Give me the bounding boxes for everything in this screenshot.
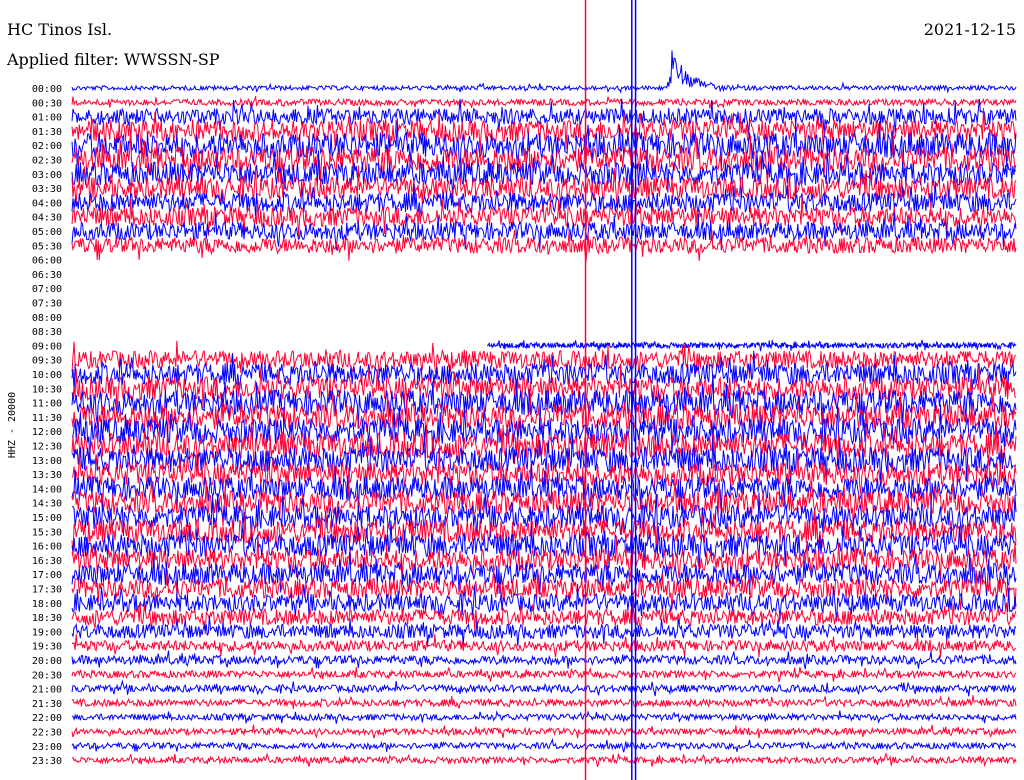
trace-row-2300	[71, 737, 1017, 753]
row-time-label: 23:00	[32, 742, 62, 753]
row-time-label: 14:30	[32, 499, 62, 510]
row-time-label: 03:30	[32, 184, 62, 195]
trace-row-2130	[71, 695, 1017, 710]
row-time-label: 18:30	[32, 613, 62, 624]
trace-row-2330	[71, 751, 1017, 768]
row-time-label: 10:00	[32, 370, 62, 381]
row-time-label: 21:30	[32, 699, 62, 710]
row-time-label: 20:00	[32, 656, 62, 667]
row-time-label: 12:00	[32, 427, 62, 438]
y-axis-label: HHZ - 20000	[7, 392, 18, 458]
row-time-label: 19:30	[32, 642, 62, 653]
row-time-label: 16:00	[32, 542, 62, 553]
row-time-label: 00:00	[32, 84, 62, 95]
row-time-label: 15:00	[32, 513, 62, 524]
helicorder-plot: 00:00 00:30 01:00 01:30 02:00 02:30 03:00 03:30…	[7, 0, 1017, 780]
row-time-label: 02:00	[32, 141, 62, 152]
row-time-label: 14:00	[32, 484, 62, 495]
row-time-label: 20:30	[32, 670, 62, 681]
row-time-label: 05:30	[32, 241, 62, 252]
row-time-label: 11:00	[32, 399, 62, 410]
row-time-label: 16:30	[32, 556, 62, 567]
row-time-label: 08:00	[32, 313, 62, 324]
row-time-label: 05:00	[32, 227, 62, 238]
row-time-label: 04:30	[32, 213, 62, 224]
row-time-label: 21:00	[32, 685, 62, 696]
row-time-label: 09:00	[32, 341, 62, 352]
tick-labels-layer: 00:00 00:30 01:00 01:30 02:00 02:30 03:00 03:30…	[32, 84, 62, 767]
row-time-label: 17:30	[32, 585, 62, 596]
row-time-label: 19:00	[32, 627, 62, 638]
row-time-label: 13:30	[32, 470, 62, 481]
row-time-label: 03:00	[32, 170, 62, 181]
row-time-label: 01:00	[32, 113, 62, 124]
row-time-label: 17:00	[32, 570, 62, 581]
trace-row-1500	[71, 492, 1017, 543]
row-time-label: 15:30	[32, 527, 62, 538]
trace-row-1930	[71, 634, 1017, 658]
row-time-label: 04:00	[32, 198, 62, 209]
row-time-label: 07:30	[32, 299, 62, 310]
row-time-label: 23:30	[32, 756, 62, 767]
trace-row-2100	[71, 679, 1017, 697]
row-time-label: 06:30	[32, 270, 62, 281]
row-time-label: 12:30	[32, 442, 62, 453]
trace-row-0900	[486, 339, 1017, 352]
row-time-label: 02:30	[32, 156, 62, 167]
trace-row-2230	[71, 724, 1017, 739]
trace-row-0000	[71, 50, 1017, 94]
row-time-label: 09:30	[32, 356, 62, 367]
row-time-label: 18:00	[32, 599, 62, 610]
row-time-label: 08:30	[32, 327, 62, 338]
row-time-label: 22:00	[32, 713, 62, 724]
row-time-label: 11:30	[32, 413, 62, 424]
row-time-label: 06:00	[32, 256, 62, 267]
trace-row-2200	[71, 710, 1017, 724]
row-time-label: 00:30	[32, 98, 62, 109]
traces-layer	[71, 50, 1017, 768]
trace-row-2000	[71, 650, 1017, 670]
row-time-label: 22:30	[32, 728, 62, 739]
trace-row-2030	[71, 666, 1017, 683]
row-time-label: 01:30	[32, 127, 62, 138]
row-time-label: 10:30	[32, 384, 62, 395]
row-time-label: 07:00	[32, 284, 62, 295]
trace-row-0030	[71, 96, 1017, 110]
row-time-label: 13:00	[32, 456, 62, 467]
